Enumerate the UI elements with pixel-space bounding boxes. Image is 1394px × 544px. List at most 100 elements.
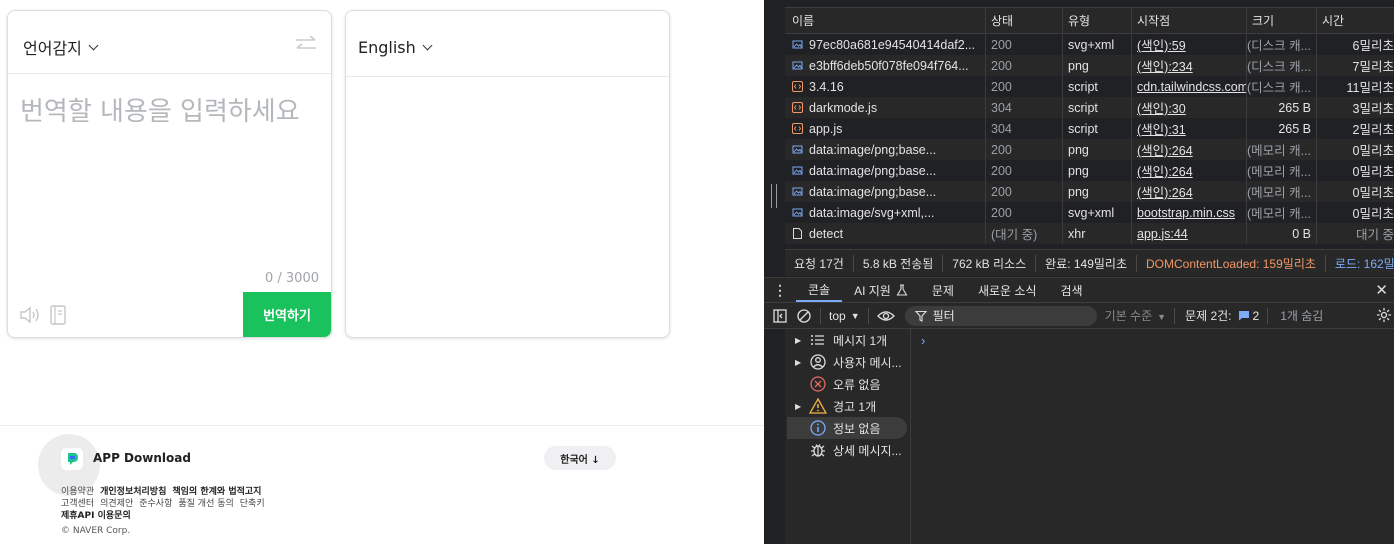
console-prompt[interactable]: › <box>921 333 925 348</box>
network-row[interactable]: data:image/png;base... 200 png (색인):264 (메모리… <box>785 139 1394 160</box>
request-initiator-link[interactable]: app.js:44 <box>1137 227 1188 241</box>
column-status[interactable]: 상태 <box>985 8 1062 33</box>
request-size-text: (디스크 캐... <box>1246 81 1311 95</box>
expand-arrow-icon[interactable]: ▶ <box>795 358 807 367</box>
request-initiator-link[interactable]: (색인):264 <box>1137 140 1193 159</box>
request-status: 200 <box>985 76 1062 97</box>
network-row[interactable]: darkmode.js 304 script (색인):30 265 B 3밀리초 <box>785 97 1394 118</box>
request-initiator[interactable]: (색인):264 <box>1131 181 1246 202</box>
column-size[interactable]: 크기 <box>1246 8 1316 33</box>
network-row[interactable]: app.js 304 script (색인):31 265 B 2밀리초 <box>785 118 1394 139</box>
app-download-link[interactable]: APP Download <box>93 451 191 465</box>
console-sidebar-item[interactable]: ▶ 사용자 메시... <box>787 351 907 373</box>
papago-app-icon[interactable] <box>61 448 83 470</box>
request-initiator-link[interactable]: (색인):31 <box>1137 119 1186 138</box>
request-status-text: 200 <box>991 184 1012 199</box>
compliance-link[interactable]: 준수사항 <box>139 496 172 509</box>
request-size: (디스크 캐... <box>1246 55 1316 76</box>
request-size: (메모리 캐... <box>1246 139 1316 160</box>
tab-ai-assistance-label: AI 지원 <box>854 283 891 298</box>
request-name-text: data:image/png;base... <box>809 163 937 178</box>
column-type[interactable]: 유형 <box>1062 8 1131 33</box>
request-initiator-link[interactable]: (색인):30 <box>1137 98 1186 117</box>
request-initiator-link[interactable]: (색인):264 <box>1137 161 1193 180</box>
request-initiator[interactable]: (색인):31 <box>1131 118 1246 139</box>
request-type: script <box>1062 76 1131 97</box>
quality-consent-link[interactable]: 품질 개선 동의 <box>178 496 233 509</box>
column-name[interactable]: 이름 <box>785 8 985 33</box>
filter-input[interactable]: 필터 <box>904 305 1097 326</box>
request-name-text: app.js <box>809 121 843 136</box>
console-sidebar-item[interactable]: 상세 메시지... <box>787 439 907 461</box>
issues-label[interactable]: 문제 2건: <box>1185 307 1231 324</box>
more-options-icon[interactable]: ⋮ <box>764 282 796 299</box>
console-sidebar-item[interactable]: 오류 없음 <box>787 373 907 395</box>
request-initiator-link[interactable]: (색인):264 <box>1137 182 1193 201</box>
network-row[interactable]: data:image/png;base... 200 png (색인):264 (메모리… <box>785 160 1394 181</box>
issues-badge[interactable]: 2 <box>1238 309 1259 323</box>
footer-language-button[interactable]: 한국어 ↓ <box>544 446 616 470</box>
console-sidebar-label: 사용자 메시... <box>833 355 902 370</box>
network-row[interactable]: 3.4.16 200 script cdn.tailwindcss.com (디스크 캐… <box>785 76 1394 97</box>
eye-icon[interactable] <box>876 308 895 324</box>
request-initiator[interactable]: (색인):264 <box>1131 160 1246 181</box>
request-initiator[interactable]: (색인):234 <box>1131 55 1246 76</box>
network-panel: 이름 상태 유형 시작점 크기 시간 97ec80a681e94540414da… <box>785 0 1394 277</box>
network-row[interactable]: data:image/png;base... 200 png (색인):264 (메모리… <box>785 181 1394 202</box>
api-inquiry-link[interactable]: 제휴API 이용문의 <box>61 508 131 521</box>
tab-ai-assistance[interactable]: AI 지원 <box>842 278 920 302</box>
source-text-input[interactable] <box>20 91 320 261</box>
toolbar-divider <box>820 307 821 324</box>
network-row[interactable]: e3bff6deb50f078fe094f764... 200 png (색인):23… <box>785 55 1394 76</box>
tab-whats-new[interactable]: 새로운 소식 <box>966 278 1049 302</box>
tab-issues[interactable]: 문제 <box>920 278 966 302</box>
expand-arrow-icon[interactable]: ▶ <box>795 336 807 345</box>
request-size-text: 265 B <box>1278 100 1311 115</box>
shortcuts-link[interactable]: 단축키 <box>240 496 265 509</box>
list-icon <box>807 331 833 349</box>
network-row[interactable]: 97ec80a681e94540414daf2... 200 svg+xml (색인)… <box>785 34 1394 55</box>
footer: APP Download 한국어 ↓ 이용약관 개인정보처리방침 책임의 한계와… <box>0 425 764 544</box>
toolbar-divider <box>867 307 869 324</box>
request-initiator[interactable]: (색인):30 <box>1131 97 1246 118</box>
request-initiator[interactable]: (색인):59 <box>1131 34 1246 55</box>
target-language-select[interactable]: English <box>358 38 433 57</box>
swap-languages-icon[interactable] <box>294 35 318 53</box>
source-language-select[interactable]: 언어감지 <box>23 35 99 59</box>
network-row[interactable]: data:image/svg+xml,... 200 svg+xml bootstra… <box>785 202 1394 223</box>
expand-arrow-icon[interactable]: ▶ <box>795 402 807 411</box>
gear-icon[interactable] <box>1376 307 1392 323</box>
notebook-icon[interactable] <box>49 304 67 326</box>
request-size-text: 265 B <box>1278 121 1311 136</box>
request-initiator[interactable]: bootstrap.min.css <box>1131 202 1246 223</box>
console-sidebar-item[interactable]: ▶ 경고 1개 <box>787 395 907 417</box>
request-initiator-link[interactable]: (색인):234 <box>1137 56 1193 75</box>
context-select[interactable]: top ▼ <box>829 309 860 323</box>
request-status: 200 <box>985 181 1062 202</box>
request-initiator[interactable]: app.js:44 <box>1131 223 1246 244</box>
request-name: data:image/svg+xml,... <box>785 202 985 223</box>
speaker-icon[interactable] <box>19 305 41 325</box>
translate-button[interactable]: 번역하기 <box>243 292 331 337</box>
close-icon[interactable]: ✕ <box>1375 281 1388 299</box>
request-name-text: 97ec80a681e94540414daf2... <box>809 37 976 52</box>
column-time[interactable]: 시간 <box>1316 8 1394 33</box>
log-level-select[interactable]: 기본 수준 ▼ <box>1105 307 1166 324</box>
console-sidebar-item[interactable]: ▶ 메시지 1개 <box>787 329 907 351</box>
resize-handle[interactable] <box>771 184 777 208</box>
request-initiator-link[interactable]: bootstrap.min.css <box>1137 206 1235 220</box>
request-initiator-link[interactable]: cdn.tailwindcss.com <box>1137 80 1246 94</box>
clear-console-icon[interactable] <box>796 308 812 324</box>
sidebar-toggle-icon[interactable] <box>772 308 788 324</box>
network-row[interactable]: detect (대기 중) xhr app.js:44 0 B 대기 중 <box>785 223 1394 244</box>
console-sidebar-label: 경고 1개 <box>833 399 877 414</box>
request-initiator-link[interactable]: (색인):59 <box>1137 35 1186 54</box>
request-name: darkmode.js <box>785 97 985 118</box>
request-initiator[interactable]: cdn.tailwindcss.com <box>1131 76 1246 97</box>
request-initiator[interactable]: (색인):264 <box>1131 139 1246 160</box>
console-sidebar-item[interactable]: 정보 없음 <box>787 417 907 439</box>
tab-console[interactable]: 콘솔 <box>796 278 843 302</box>
column-initiator[interactable]: 시작점 <box>1131 8 1246 33</box>
request-size-text: 0 B <box>1292 226 1311 241</box>
tab-search[interactable]: 검색 <box>1049 278 1095 302</box>
